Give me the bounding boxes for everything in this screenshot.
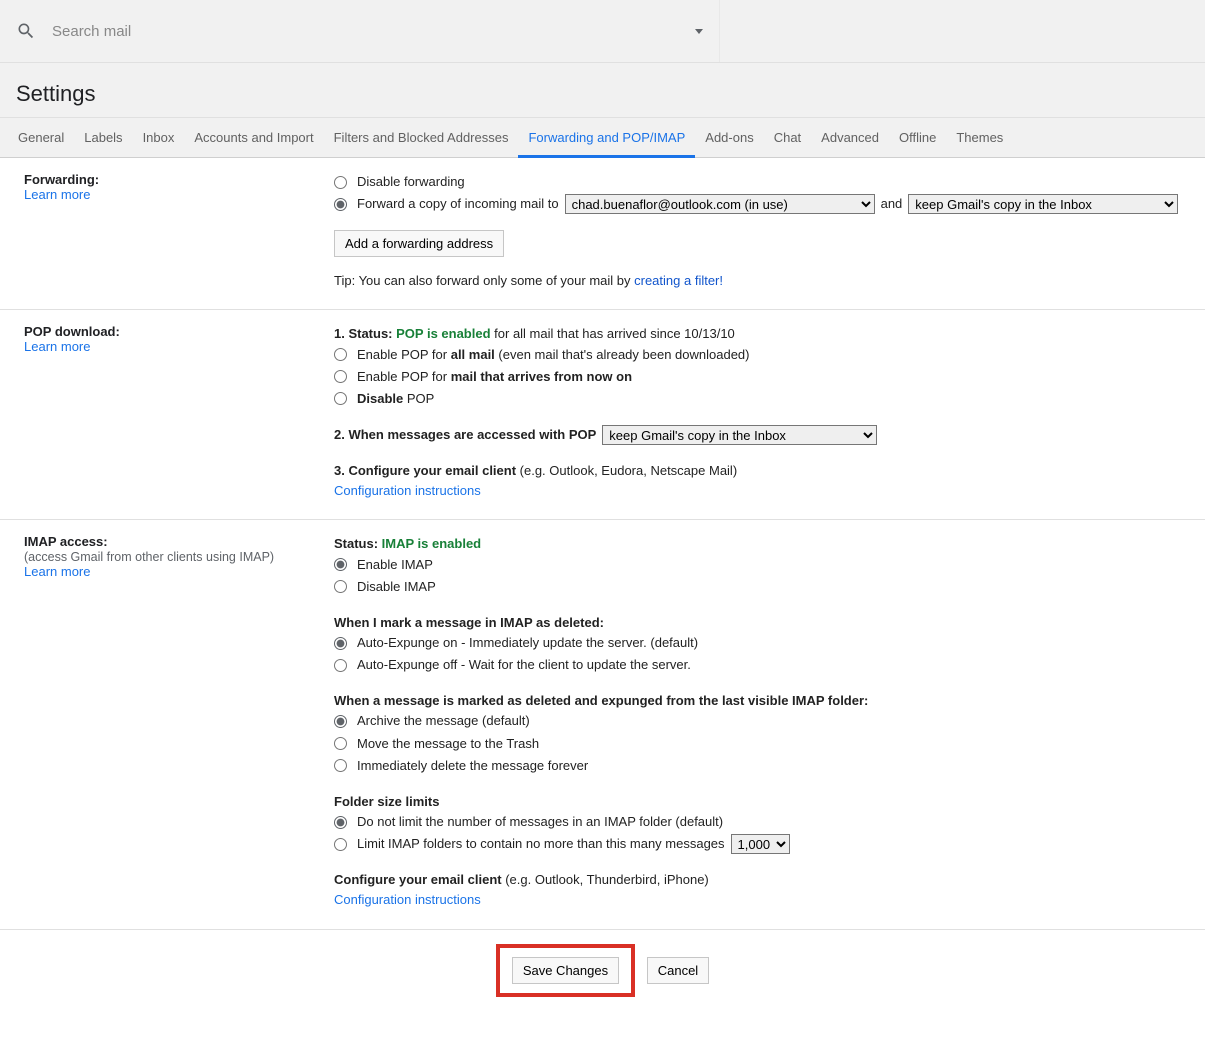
- radio-auto-expunge-off[interactable]: [334, 659, 347, 672]
- label-pop-all-pre: Enable POP for: [357, 347, 451, 362]
- label-exp-delete: Immediately delete the message forever: [357, 756, 588, 776]
- tab-forwarding-pop-imap[interactable]: Forwarding and POP/IMAP: [518, 118, 695, 158]
- label-exp-trash: Move the message to the Trash: [357, 734, 539, 754]
- label-pop-disable-bold: Disable: [357, 391, 403, 406]
- pop-step3-eg: (e.g. Outlook, Eudora, Netscape Mail): [516, 463, 737, 478]
- tab-advanced[interactable]: Advanced: [811, 118, 889, 157]
- section-forwarding: Forwarding: Learn more Disable forwardin…: [0, 158, 1205, 310]
- imap-configure-eg: (e.g. Outlook, Thunderbird, iPhone): [502, 872, 709, 887]
- forwarding-tip-text: Tip: You can also forward only some of y…: [334, 273, 634, 288]
- label-pop-now-bold: mail that arrives from now on: [451, 369, 632, 384]
- label-pop-disable-post: POP: [403, 391, 434, 406]
- radio-enable-imap[interactable]: [334, 558, 347, 571]
- imap-deleted-heading: When I mark a message in IMAP as deleted…: [334, 615, 604, 630]
- pop-step3-label: 3. Configure your email client: [334, 463, 516, 478]
- pop-status-label: 1. Status:: [334, 326, 396, 341]
- search-icon: [16, 21, 36, 41]
- imap-status-value: IMAP is enabled: [382, 536, 481, 551]
- radio-exp-delete[interactable]: [334, 759, 347, 772]
- pop-config-instructions-link[interactable]: Configuration instructions: [334, 483, 481, 498]
- select-folder-size-limit[interactable]: 1,000: [731, 834, 790, 854]
- forwarding-title: Forwarding:: [24, 172, 99, 187]
- imap-title: IMAP access:: [24, 534, 108, 549]
- pop-step2-label: 2. When messages are accessed with POP: [334, 425, 596, 445]
- label-pop-all-post: (even mail that's already been downloade…: [495, 347, 750, 362]
- imap-subtitle: (access Gmail from other clients using I…: [24, 550, 274, 564]
- section-pop: POP download: Learn more 1. Status: POP …: [0, 310, 1205, 520]
- radio-size-limit[interactable]: [334, 838, 347, 851]
- tab-accounts[interactable]: Accounts and Import: [184, 118, 323, 157]
- label-size-limit: Limit IMAP folders to contain no more th…: [357, 834, 725, 854]
- cancel-button[interactable]: Cancel: [647, 957, 709, 984]
- imap-configure-label: Configure your email client: [334, 872, 502, 887]
- section-imap: IMAP access: (access Gmail from other cl…: [0, 520, 1205, 929]
- tab-themes[interactable]: Themes: [946, 118, 1013, 157]
- save-changes-button[interactable]: Save Changes: [512, 957, 619, 984]
- select-forward-action[interactable]: keep Gmail's copy in the Inbox: [908, 194, 1178, 214]
- imap-learn-more-link[interactable]: Learn more: [24, 564, 90, 579]
- tab-filters[interactable]: Filters and Blocked Addresses: [324, 118, 519, 157]
- create-filter-link[interactable]: creating a filter!: [634, 273, 723, 288]
- radio-disable-forwarding[interactable]: [334, 176, 347, 189]
- tab-general[interactable]: General: [8, 118, 74, 157]
- actions-row: Save Changes Cancel: [0, 930, 1205, 1037]
- label-disable-imap: Disable IMAP: [357, 577, 436, 597]
- radio-pop-from-now[interactable]: [334, 370, 347, 383]
- label-size-no-limit: Do not limit the number of messages in a…: [357, 812, 723, 832]
- radio-pop-disable[interactable]: [334, 392, 347, 405]
- imap-folder-size-heading: Folder size limits: [334, 794, 439, 809]
- select-forward-destination[interactable]: chad.buenaflor@outlook.com (in use): [565, 194, 875, 214]
- search-bar: [0, 0, 1205, 63]
- add-forwarding-address-button[interactable]: Add a forwarding address: [334, 230, 504, 257]
- page-title: Settings: [16, 81, 96, 106]
- pop-title: POP download:: [24, 324, 120, 339]
- imap-config-instructions-link[interactable]: Configuration instructions: [334, 892, 481, 907]
- pop-status-since: for all mail that has arrived since 10/1…: [491, 326, 735, 341]
- save-highlight-box: Save Changes: [496, 944, 635, 997]
- radio-exp-archive[interactable]: [334, 715, 347, 728]
- label-enable-imap: Enable IMAP: [357, 555, 433, 575]
- label-disable-forwarding: Disable forwarding: [357, 172, 465, 192]
- select-pop-action[interactable]: keep Gmail's copy in the Inbox: [602, 425, 877, 445]
- pop-status-value: POP is enabled: [396, 326, 490, 341]
- radio-disable-imap[interactable]: [334, 580, 347, 593]
- tab-inbox[interactable]: Inbox: [133, 118, 185, 157]
- radio-pop-all-mail[interactable]: [334, 348, 347, 361]
- tab-offline[interactable]: Offline: [889, 118, 946, 157]
- label-auto-expunge-on: Auto-Expunge on - Immediately update the…: [357, 633, 698, 653]
- radio-forward-copy[interactable]: [334, 198, 347, 211]
- imap-status-label: Status:: [334, 536, 382, 551]
- search-input[interactable]: [50, 22, 687, 41]
- pop-learn-more-link[interactable]: Learn more: [24, 339, 90, 354]
- tab-addons[interactable]: Add-ons: [695, 118, 763, 157]
- tab-labels[interactable]: Labels: [74, 118, 132, 157]
- settings-tabs: General Labels Inbox Accounts and Import…: [0, 117, 1205, 158]
- tab-chat[interactable]: Chat: [764, 118, 811, 157]
- search-options-caret-icon[interactable]: [695, 29, 703, 34]
- label-exp-archive: Archive the message (default): [357, 711, 530, 731]
- forwarding-learn-more-link[interactable]: Learn more: [24, 187, 90, 202]
- label-forward-copy: Forward a copy of incoming mail to: [357, 194, 559, 214]
- radio-exp-trash[interactable]: [334, 737, 347, 750]
- label-pop-now-pre: Enable POP for: [357, 369, 451, 384]
- label-auto-expunge-off: Auto-Expunge off - Wait for the client t…: [357, 655, 691, 675]
- label-and: and: [881, 194, 903, 214]
- radio-size-no-limit[interactable]: [334, 816, 347, 829]
- imap-expunged-heading: When a message is marked as deleted and …: [334, 693, 868, 708]
- label-pop-all-bold: all mail: [451, 347, 495, 362]
- radio-auto-expunge-on[interactable]: [334, 637, 347, 650]
